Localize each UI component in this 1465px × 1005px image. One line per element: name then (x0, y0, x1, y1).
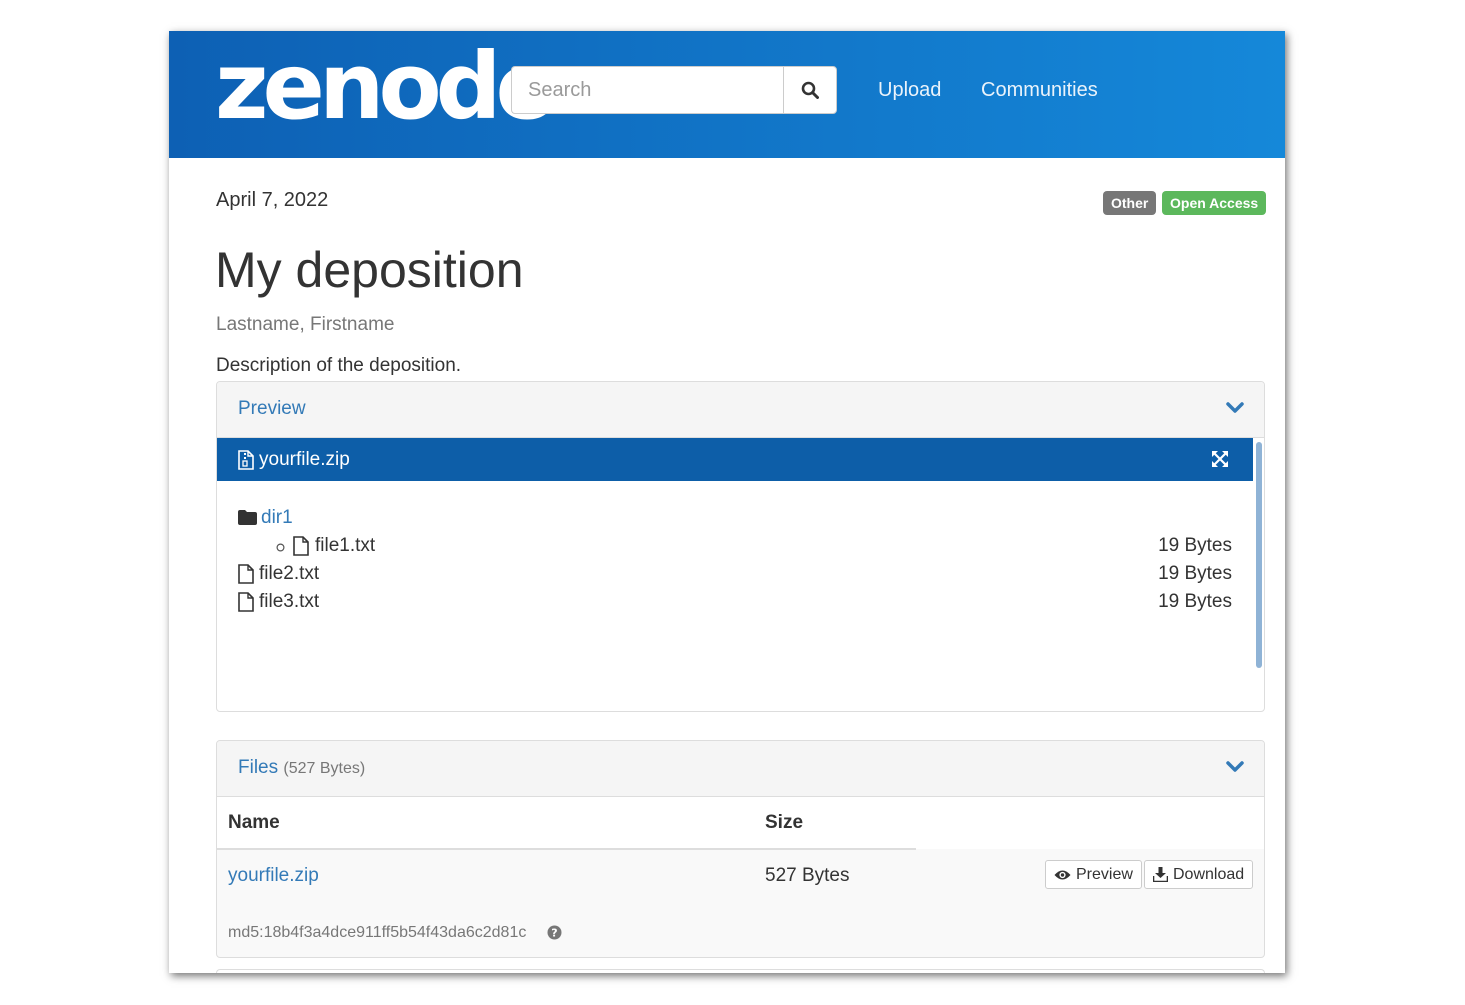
preview-panel-title[interactable]: Preview (238, 398, 306, 420)
record-description: Description of the deposition. (216, 355, 462, 376)
file-name-link[interactable]: yourfile.zip (228, 865, 319, 887)
next-panel-edge (216, 969, 1265, 973)
table-header-divider (217, 848, 916, 850)
preview-file-name: yourfile.zip (259, 449, 350, 470)
files-total-size: (527 Bytes) (283, 760, 366, 777)
tree-item-label[interactable]: dir1 (261, 507, 293, 529)
question-circle-icon[interactable]: ? (547, 925, 562, 940)
preview-panel-heading[interactable]: Preview (217, 382, 1264, 438)
preview-scrollbar[interactable] (1256, 442, 1262, 668)
preview-panel: Preview yourfile.zip dir1 file1.txt 19 B… (216, 381, 1265, 712)
browser-viewport: zenodo Upload Communities April 7, 2022 … (169, 31, 1285, 973)
record-title: My deposition (215, 242, 524, 298)
tree-item-size: 19 Bytes (1158, 535, 1232, 556)
download-file-button[interactable]: Download (1144, 860, 1254, 889)
files-panel-heading[interactable]: Files (527 Bytes) (217, 741, 1264, 797)
files-panel: Files (527 Bytes) Name Size yourfile.zip… (216, 740, 1265, 958)
eye-icon (1054, 869, 1071, 881)
download-icon (1153, 867, 1168, 882)
search-bar (511, 66, 837, 114)
search-input[interactable] (511, 66, 783, 114)
file-icon (238, 564, 254, 584)
column-header-name: Name (228, 812, 280, 833)
nav-communities[interactable]: Communities (981, 77, 1098, 103)
column-header-size: Size (765, 812, 804, 833)
folder-icon (238, 510, 257, 525)
nav-upload[interactable]: Upload (878, 77, 941, 103)
files-panel-label[interactable]: Files (238, 757, 278, 778)
expand-icon[interactable] (1211, 450, 1229, 468)
publication-date: April 7, 2022 (216, 189, 329, 211)
tree-item-size: 19 Bytes (1158, 591, 1232, 612)
search-button[interactable] (783, 66, 837, 114)
file-checksum: md5:18b4f3a4dce911ff5b54f43da6c2d81c (228, 924, 527, 941)
zenodo-logo[interactable]: zenodo (215, 37, 559, 137)
download-button-label: Download (1173, 866, 1245, 883)
tree-item-label: file1.txt (315, 535, 376, 556)
chevron-down-icon[interactable] (1226, 402, 1244, 414)
access-right-badge[interactable]: Open Access (1162, 191, 1267, 215)
files-panel-title[interactable]: Files (527 Bytes) (238, 757, 365, 779)
svg-text:?: ? (551, 927, 557, 940)
navbar: zenodo Upload Communities (169, 31, 1285, 158)
chevron-down-icon[interactable] (1226, 761, 1244, 773)
bullet-circle-icon (276, 543, 285, 552)
file-size: 527 Bytes (765, 865, 850, 886)
tree-item-size: 19 Bytes (1158, 563, 1232, 584)
record-creators[interactable]: Lastname, Firstname (216, 314, 394, 336)
preview-button-label: Preview (1076, 866, 1133, 883)
tree-item-label: file2.txt (259, 563, 320, 584)
preview-file-bar: yourfile.zip (217, 438, 1253, 481)
search-icon (801, 81, 819, 99)
file-icon (293, 536, 309, 556)
files-table-header (217, 797, 1264, 849)
resource-type-badge[interactable]: Other (1103, 191, 1157, 215)
tree-item-label: file3.txt (259, 591, 320, 612)
file-icon (238, 592, 254, 612)
preview-file-button[interactable]: Preview (1045, 860, 1142, 889)
zip-file-icon (238, 450, 254, 470)
